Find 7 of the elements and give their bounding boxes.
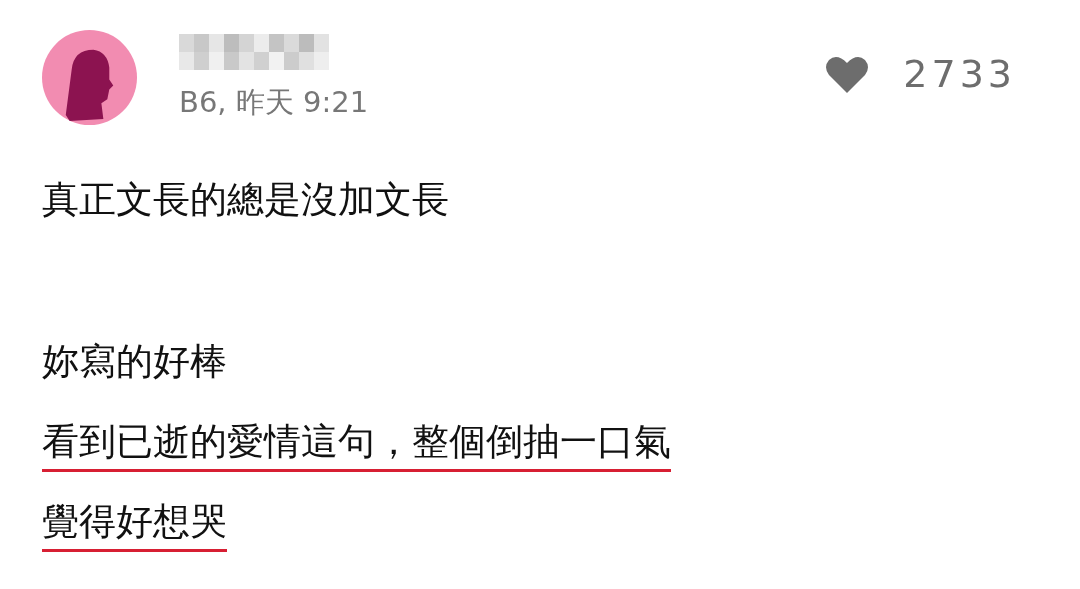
comment-text: 覺得好想哭 xyxy=(42,497,227,552)
post-meta: B6, 昨天 9:21 xyxy=(179,84,369,120)
comment-text: 妳寫的好棒 xyxy=(42,339,227,385)
comment-text: 真正文長的總是沒加文長 xyxy=(42,177,449,223)
comment-text: 看到已逝的愛情這句，整個倒抽一口氣 xyxy=(42,417,671,472)
like-count: 2733 xyxy=(903,52,1016,96)
heart-icon[interactable] xyxy=(825,55,870,93)
